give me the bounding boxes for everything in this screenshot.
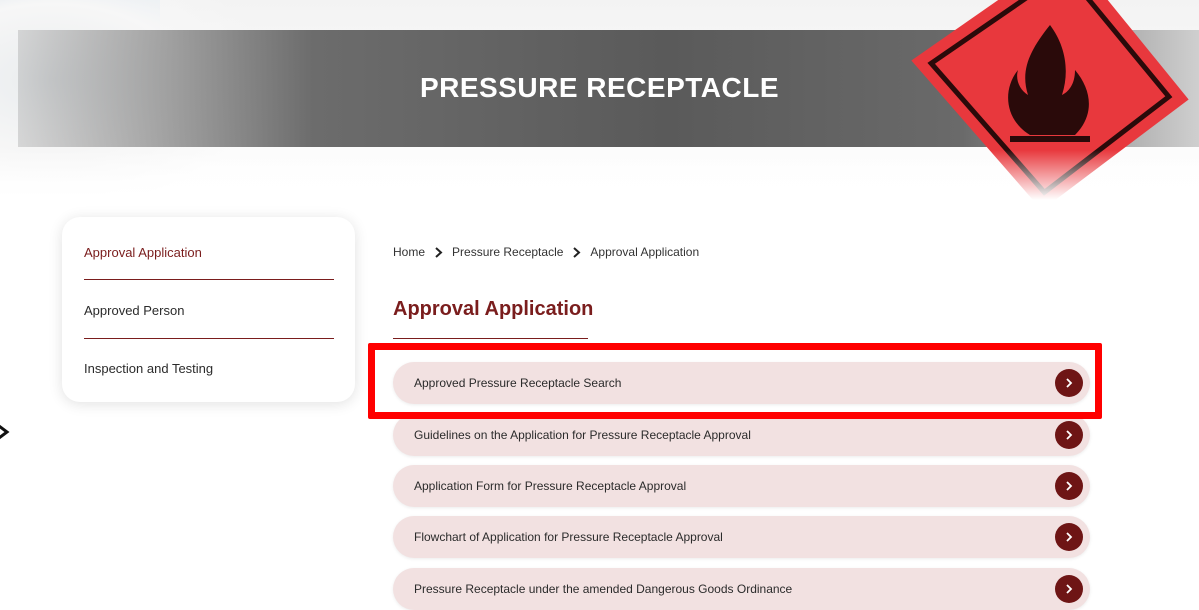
arrow-circle-right-icon[interactable] <box>1055 421 1083 449</box>
link-flowchart-application[interactable]: Flowchart of Application for Pressure Re… <box>393 516 1090 558</box>
link-label: Pressure Receptacle under the amended Da… <box>414 582 793 596</box>
breadcrumb-pressure-receptacle-link[interactable]: Pressure Receptacle <box>452 245 563 259</box>
sidebar-item-inspection-and-testing[interactable]: Inspection and Testing <box>84 361 334 376</box>
link-guidelines-application[interactable]: Guidelines on the Application for Pressu… <box>393 414 1090 456</box>
link-label: Guidelines on the Application for Pressu… <box>414 428 751 442</box>
chevron-right-icon <box>573 246 581 258</box>
arrow-circle-right-icon[interactable] <box>1055 369 1083 397</box>
sidebar-divider <box>84 279 334 280</box>
hero-banner: PRESSURE RECEPTACLE <box>0 0 1199 200</box>
sidebar-divider <box>84 338 334 339</box>
link-label: Approved Pressure Receptacle Search <box>414 376 622 390</box>
breadcrumb-home-link[interactable]: Home <box>393 245 425 259</box>
sidebar-item-approval-application[interactable]: Approval Application <box>84 245 334 260</box>
sidebar-item-approved-person[interactable]: Approved Person <box>84 303 334 318</box>
page-title: PRESSURE RECEPTACLE <box>419 72 780 103</box>
section-heading: Approval Application <box>393 298 594 320</box>
hero-fade <box>0 150 1199 200</box>
link-dangerous-goods-ordinance[interactable]: Pressure Receptacle under the amended Da… <box>393 568 1090 610</box>
breadcrumb-current: Approval Application <box>590 245 700 259</box>
arrow-circle-right-icon[interactable] <box>1055 575 1083 603</box>
heading-underline <box>393 338 588 339</box>
breadcrumb: Home Pressure Receptacle Approval Applic… <box>393 245 699 259</box>
link-label: Flowchart of Application for Pressure Re… <box>414 530 723 544</box>
arrow-circle-right-icon[interactable] <box>1055 523 1083 551</box>
chevron-right-icon <box>0 424 10 440</box>
link-label: Application Form for Pressure Receptacle… <box>414 479 687 493</box>
chevron-right-icon <box>435 246 443 258</box>
sidebar-nav: Approval Application Approved Person Ins… <box>62 217 355 402</box>
link-approved-pressure-receptacle-search[interactable]: Approved Pressure Receptacle Search <box>393 362 1090 404</box>
arrow-circle-right-icon[interactable] <box>1055 472 1083 500</box>
link-application-form[interactable]: Application Form for Pressure Receptacle… <box>393 465 1090 507</box>
